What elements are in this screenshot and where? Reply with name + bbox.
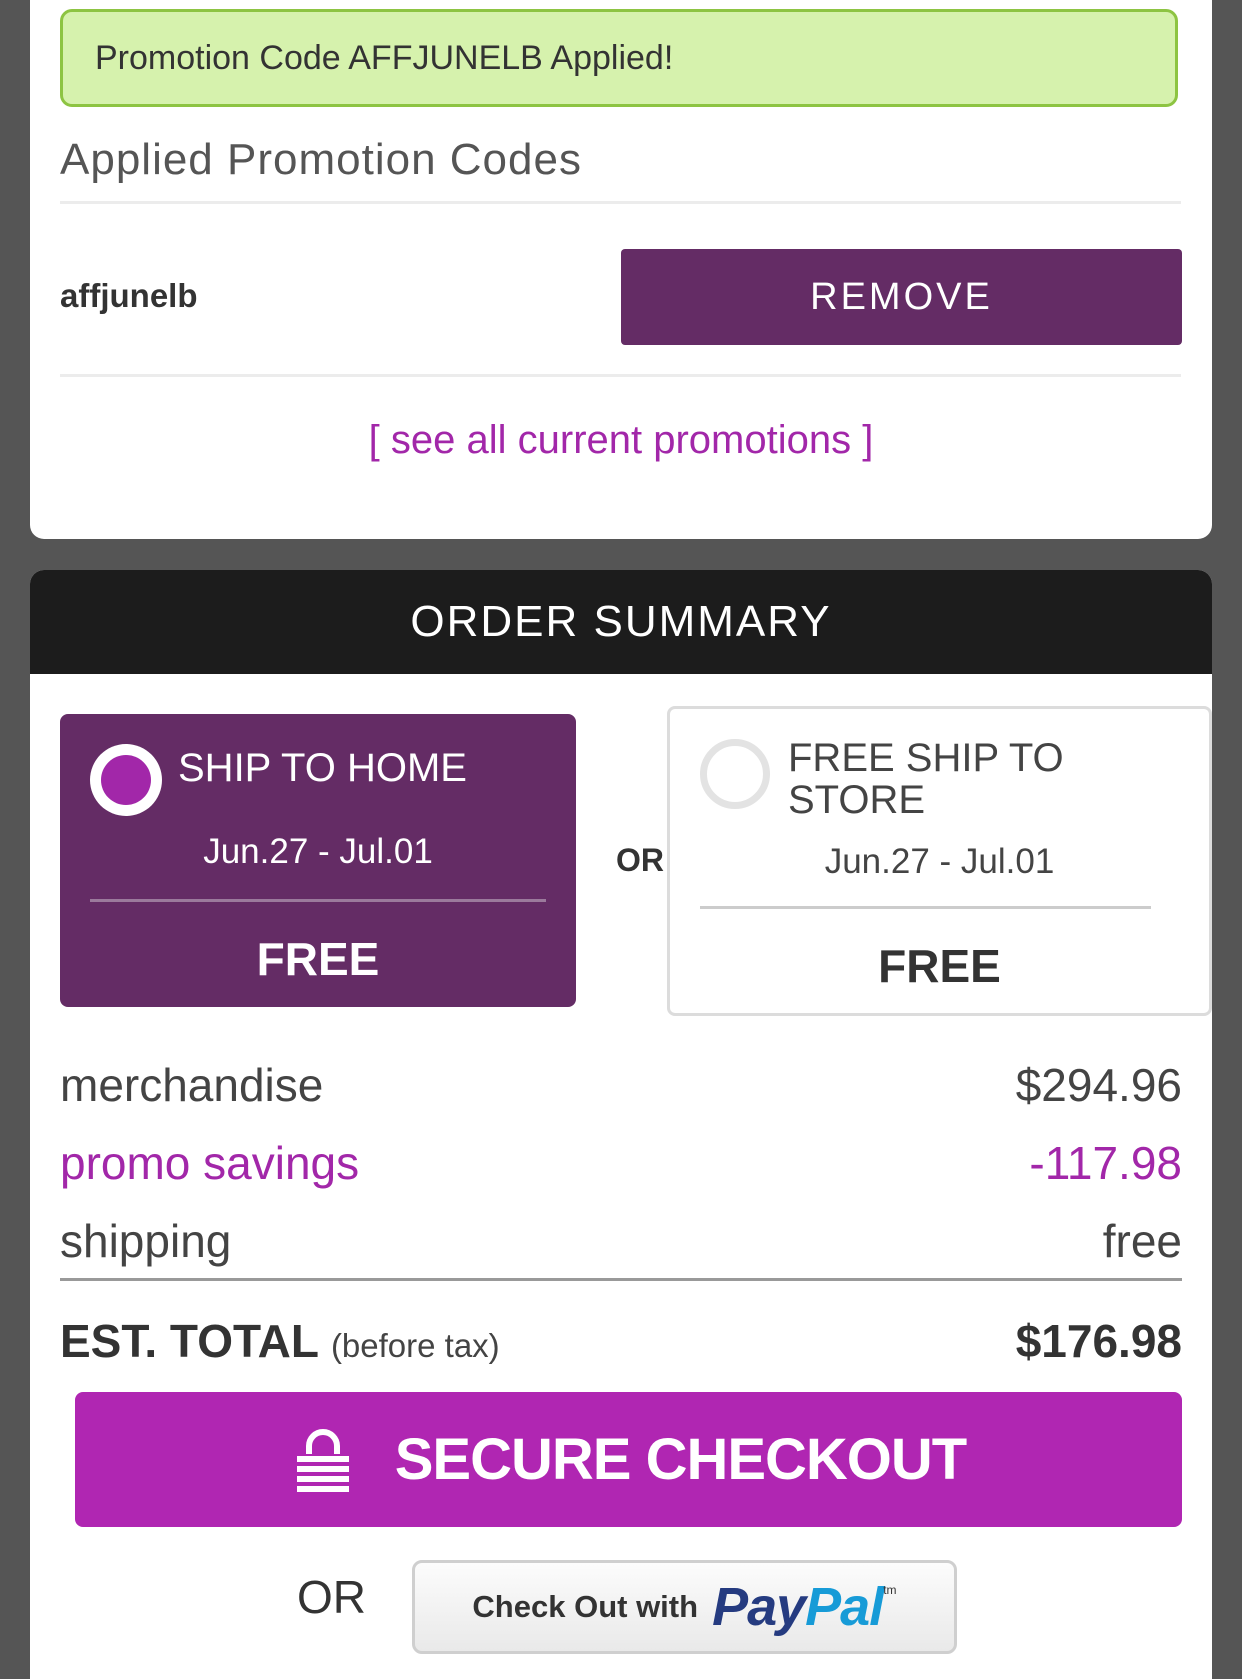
- ship-to-store-dates: Jun.27 - Jul.01: [824, 842, 1055, 881]
- order-summary-card: ORDER SUMMARY SHIP TO HOME Jun.27 - Jul.…: [30, 570, 1212, 1679]
- paypal-logo: PayPal: [712, 1576, 884, 1638]
- merchandise-label: merchandise: [60, 1059, 324, 1111]
- ship-to-home-dates: Jun.27 - Jul.01: [203, 832, 433, 871]
- paypal-checkout-button[interactable]: Check Out with PayPal tm: [412, 1560, 957, 1654]
- ship-to-home-title: SHIP TO HOME: [178, 746, 467, 790]
- applied-code-name: affjunelb: [60, 277, 198, 314]
- lock-icon: [291, 1428, 355, 1492]
- see-all-promotions-link[interactable]: [ see all current promotions ]: [0, 418, 1242, 463]
- promo-applied-text: Promotion Code AFFJUNELB Applied!: [95, 38, 674, 77]
- remove-code-button[interactable]: REMOVE: [621, 249, 1182, 345]
- ship-to-home-option[interactable]: SHIP TO HOME Jun.27 - Jul.01 FREE: [60, 714, 576, 1007]
- shipping-label: shipping: [60, 1215, 232, 1267]
- merchandise-value: $294.96: [1015, 1059, 1182, 1111]
- ship-to-store-title: FREE SHIP TO STORE: [788, 736, 1064, 822]
- promo-savings-value: -117.98: [1029, 1137, 1182, 1189]
- applied-codes-heading: Applied Promotion Codes: [60, 135, 582, 184]
- ship-to-store-price: FREE: [878, 940, 1001, 992]
- paypal-trademark: tm: [883, 1583, 897, 1597]
- divider: [700, 906, 1151, 909]
- radio-selected-icon[interactable]: [90, 744, 162, 816]
- divider: [60, 1278, 1182, 1281]
- secure-checkout-button[interactable]: SECURE CHECKOUT: [75, 1392, 1182, 1527]
- ship-to-store-option[interactable]: FREE SHIP TO STORE Jun.27 - Jul.01 FREE: [667, 706, 1212, 1016]
- est-total-text: EST. TOTAL: [60, 1315, 319, 1367]
- paypal-logo-pay: Pay: [712, 1577, 806, 1637]
- secure-checkout-label: SECURE CHECKOUT: [394, 1427, 967, 1492]
- radio-unselected-icon[interactable]: [700, 739, 770, 809]
- paypal-logo-pal: Pal: [805, 1577, 884, 1637]
- divider: [90, 899, 546, 902]
- promo-applied-banner: Promotion Code AFFJUNELB Applied!: [60, 9, 1178, 107]
- est-total-value: $176.98: [1015, 1315, 1182, 1367]
- divider: [60, 374, 1181, 377]
- or-separator: OR: [297, 1571, 366, 1623]
- shipping-value: free: [1102, 1215, 1182, 1267]
- order-summary-header: ORDER SUMMARY: [30, 570, 1212, 674]
- est-total-label: EST. TOTAL (before tax): [60, 1314, 500, 1368]
- paypal-button-text: Check Out with: [472, 1589, 699, 1624]
- est-total-note: (before tax): [330, 1327, 500, 1364]
- ship-to-home-price: FREE: [256, 933, 380, 985]
- promo-savings-label: promo savings: [60, 1137, 360, 1189]
- divider: [60, 201, 1181, 204]
